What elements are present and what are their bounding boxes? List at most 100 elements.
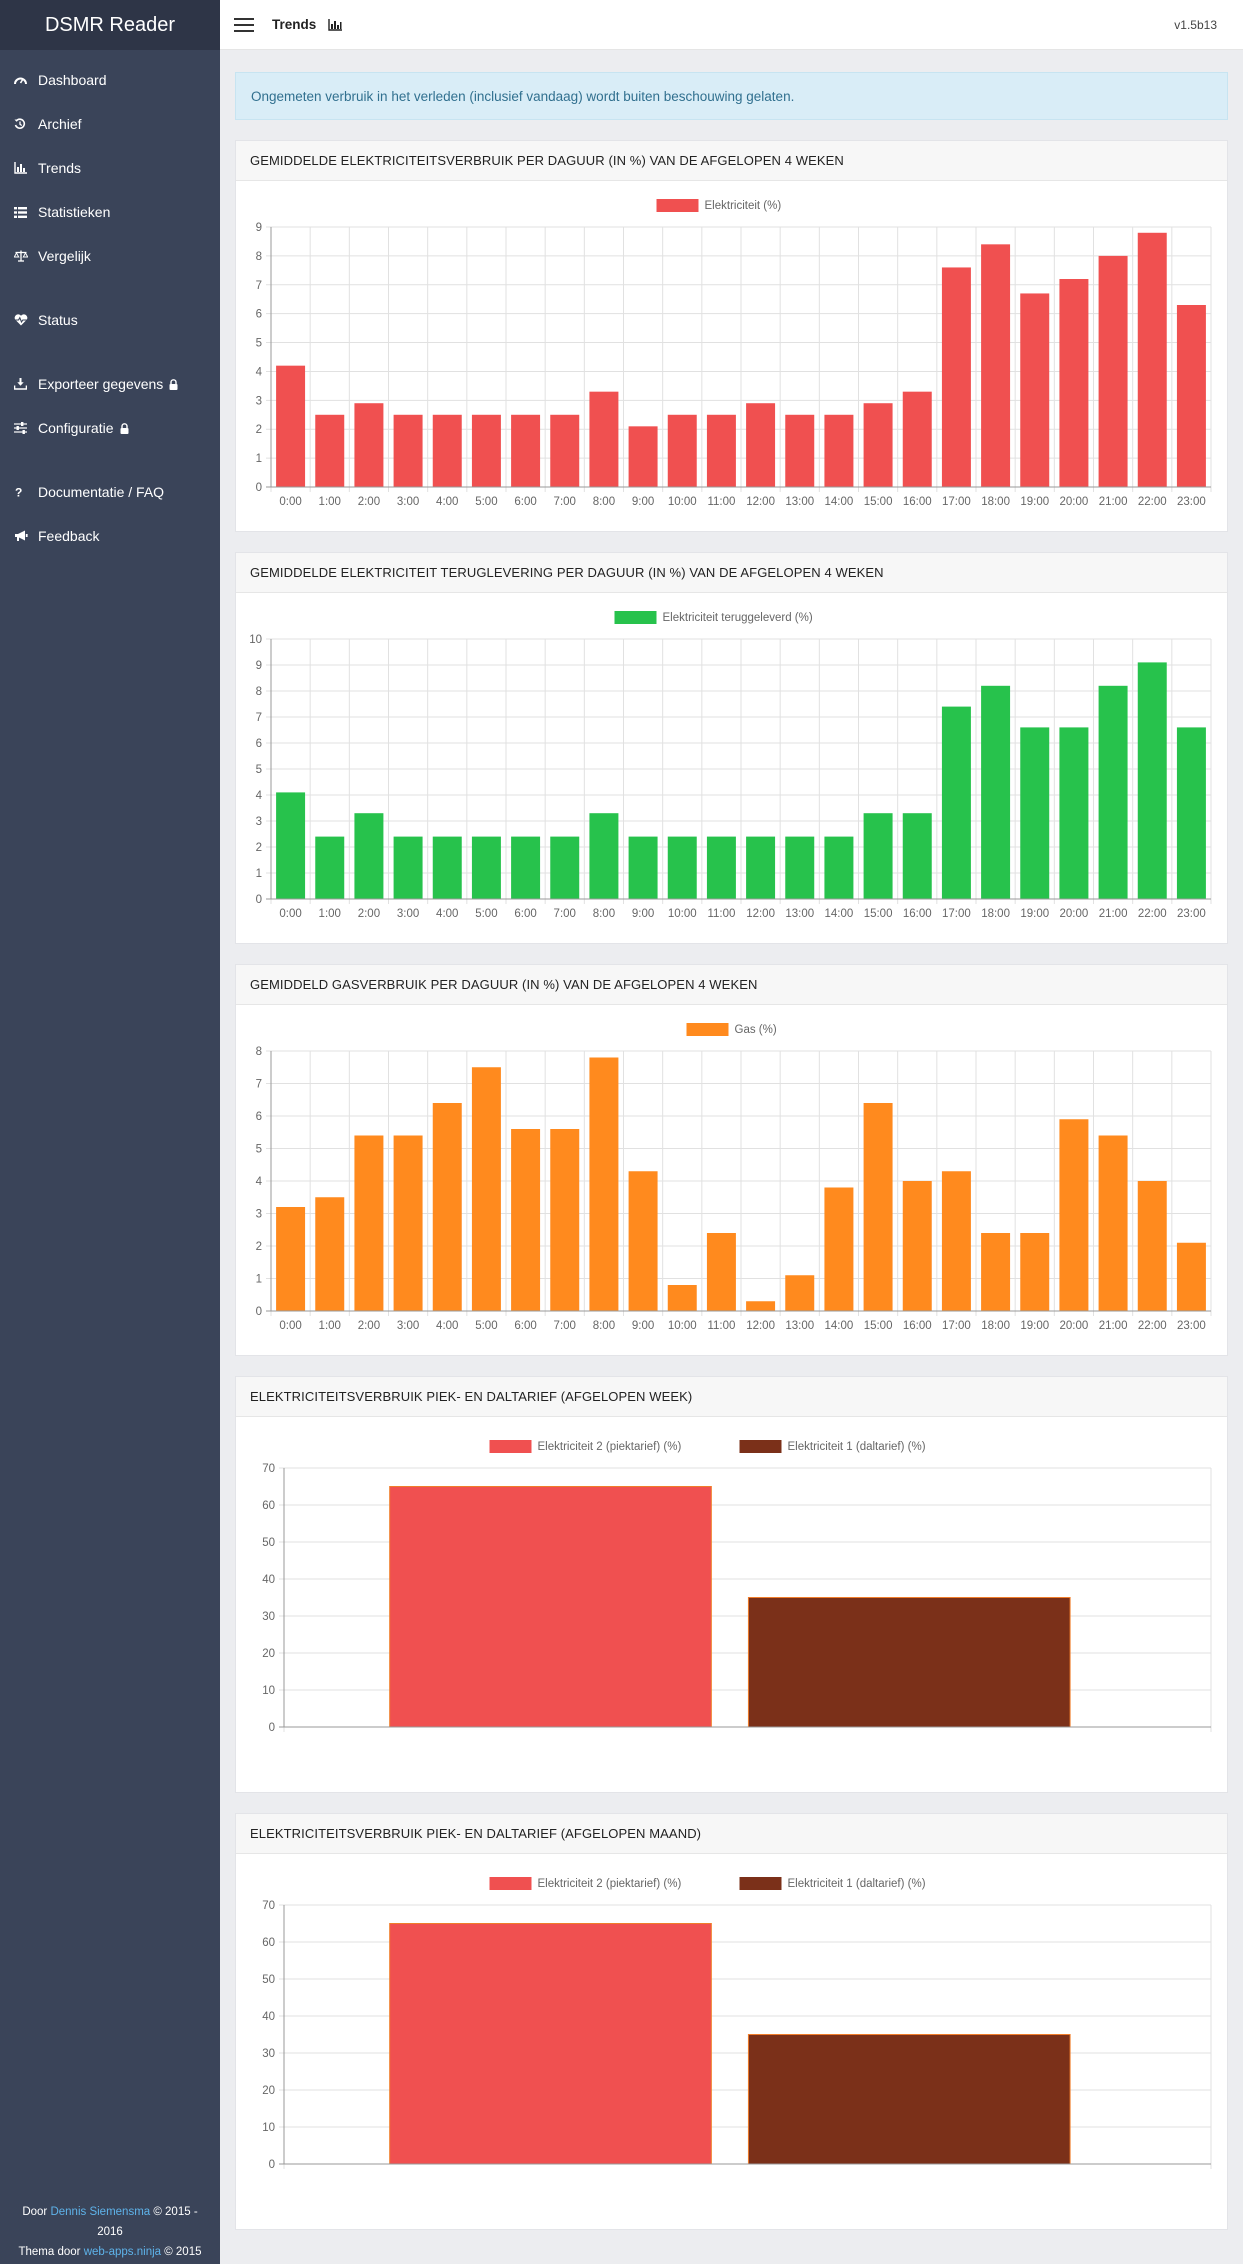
y-tick-label: 6 [256, 738, 262, 750]
x-tick-label: 0:00 [279, 1320, 301, 1332]
bar [315, 1197, 345, 1311]
y-tick-label: 6 [256, 309, 262, 321]
sidebar-item-archief[interactable]: Archief [0, 102, 220, 146]
sidebar: DSMR Reader Dashboard Archief Trends Sta… [0, 0, 220, 2264]
y-tick-label: 4 [256, 1176, 263, 1188]
bar [981, 1233, 1011, 1311]
x-tick-label: 10:00 [668, 496, 697, 508]
bar [746, 1301, 776, 1311]
hamburger-icon-line [234, 23, 254, 26]
lock-icon [120, 422, 129, 434]
bar [550, 414, 580, 487]
x-tick-label: 6:00 [514, 1320, 536, 1332]
bar [1098, 685, 1128, 899]
x-tick-label: 13:00 [785, 1320, 814, 1332]
legend-swatch [489, 1440, 532, 1453]
dashboard-icon [14, 73, 34, 87]
x-tick-label: 4:00 [436, 908, 458, 920]
legend-swatch [614, 611, 657, 624]
sidebar-item-configuratie[interactable]: Configuratie [0, 406, 220, 450]
bar [706, 836, 736, 899]
author-link[interactable]: Dennis Siemensma [50, 2206, 150, 2218]
legend-label: Elektriciteit (%) [705, 200, 782, 212]
bar [1059, 1119, 1089, 1311]
y-tick-label: 0 [269, 1722, 275, 1734]
y-tick-label: 2 [256, 842, 262, 854]
y-tick-label: 10 [262, 1685, 275, 1697]
x-tick-label: 0:00 [279, 908, 301, 920]
brand-title[interactable]: DSMR Reader [0, 0, 220, 50]
bar [1137, 1181, 1167, 1311]
sidebar-item-trends[interactable]: Trends [0, 146, 220, 190]
y-tick-label: 30 [262, 2048, 275, 2060]
bar-chart-icon [322, 18, 343, 31]
menu-toggle-button[interactable] [232, 16, 256, 34]
x-tick-label: 18:00 [981, 908, 1010, 920]
x-tick-label: 10:00 [668, 908, 697, 920]
bar [432, 414, 462, 487]
bar [432, 1103, 462, 1311]
x-tick-label: 3:00 [397, 1320, 419, 1332]
bullhorn-icon [14, 529, 34, 543]
bar [393, 836, 423, 899]
bar [354, 813, 384, 899]
x-tick-label: 2:00 [358, 496, 380, 508]
bar [1059, 727, 1089, 899]
bar [785, 414, 815, 487]
y-tick-label: 50 [262, 1537, 275, 1549]
x-tick-label: 9:00 [632, 908, 654, 920]
y-tick-label: 9 [256, 222, 262, 234]
bar [941, 706, 971, 899]
bar [941, 1171, 971, 1311]
y-tick-label: 7 [256, 280, 262, 292]
sidebar-item-label: Configuratie [38, 420, 114, 436]
y-tick-label: 20 [262, 2085, 275, 2097]
x-tick-label: 14:00 [825, 908, 854, 920]
y-tick-label: 50 [262, 1974, 275, 1986]
bar [746, 403, 776, 487]
sidebar-item-vergelijk[interactable]: Vergelijk [0, 234, 220, 278]
bar [667, 836, 697, 899]
chart-panel-tariff-month: ELEKTRICITEITSVERBRUIK PIEK- EN DALTARIE… [235, 1813, 1228, 2230]
y-tick-label: 7 [256, 712, 262, 724]
bar [354, 1135, 384, 1311]
y-tick-label: 60 [262, 1937, 275, 1949]
tariff-week-chart: Elektriciteit 2 (piektarief) (%) Elektric… [262, 1440, 1212, 1734]
bar [706, 414, 736, 487]
footer-text: © 2015 - [150, 2206, 198, 2218]
bar [706, 1233, 736, 1311]
legend-label: Elektriciteit 1 (daltarief) (%) [788, 1441, 926, 1453]
x-tick-label: 2:00 [358, 908, 380, 920]
bar [1137, 232, 1167, 487]
x-tick-label: 7:00 [554, 496, 576, 508]
bar [863, 403, 893, 487]
sidebar-item-documentatie[interactable]: ? Documentatie / FAQ [0, 470, 220, 514]
x-tick-label: 4:00 [436, 1320, 458, 1332]
theme-author-link[interactable]: web-apps.ninja [84, 2246, 161, 2258]
page-title: Trends [272, 17, 343, 32]
panel-title: GEMIDDELDE ELEKTRICITEIT TERUGLEVERING P… [236, 553, 1227, 593]
bar [511, 414, 541, 487]
footer-text: © 2015 [161, 2246, 202, 2258]
bar [747, 2034, 1071, 2165]
sidebar-item-exporteer[interactable]: Exporteer gegevens [0, 362, 220, 406]
bar [747, 1597, 1071, 1728]
sidebar-item-feedback[interactable]: Feedback [0, 514, 220, 558]
y-tick-label: 8 [256, 251, 262, 263]
hamburger-icon-line [234, 29, 254, 32]
sidebar-item-dashboard[interactable]: Dashboard [0, 58, 220, 102]
sidebar-item-label: Exporteer gegevens [38, 376, 164, 392]
bar [276, 792, 306, 899]
sidebar-item-label: Trends [38, 160, 82, 176]
chart-panel-tariff-week: ELEKTRICITEITSVERBRUIK PIEK- EN DALTARIE… [235, 1376, 1228, 1793]
bar [902, 391, 932, 487]
y-tick-label: 10 [262, 2122, 275, 2134]
panel-title: GEMIDDELD GASVERBRUIK PER DAGUUR (IN %) … [236, 965, 1227, 1005]
y-tick-label: 0 [256, 482, 262, 494]
sidebar-item-status[interactable]: Status [0, 298, 220, 342]
y-tick-label: 1 [256, 868, 262, 880]
svg-text:?: ? [15, 486, 22, 498]
x-tick-label: 8:00 [593, 496, 615, 508]
bar [824, 1187, 854, 1311]
sidebar-item-statistieken[interactable]: Statistieken [0, 190, 220, 234]
